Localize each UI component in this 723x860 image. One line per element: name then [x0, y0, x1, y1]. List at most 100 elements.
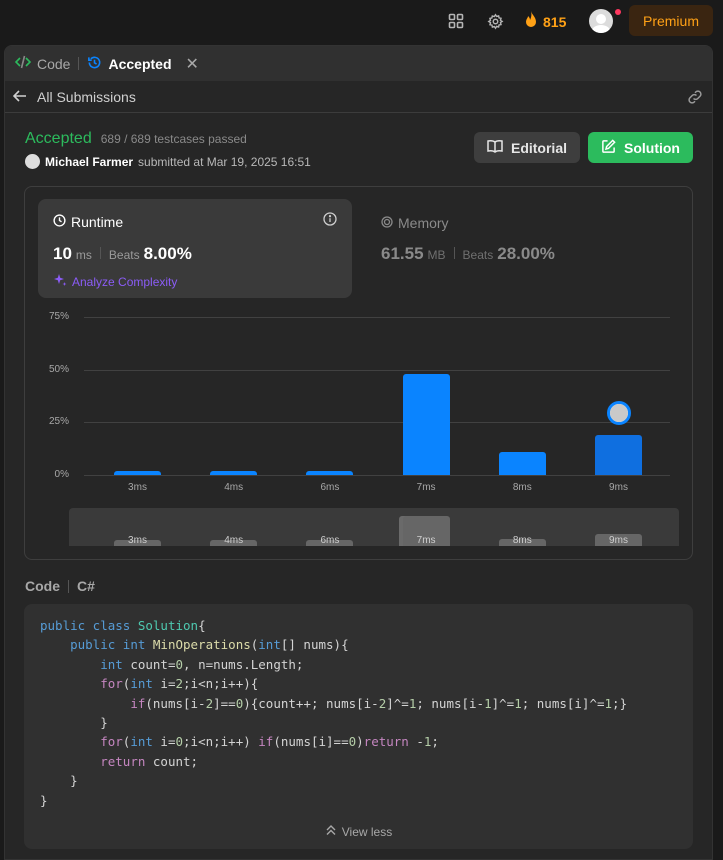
close-icon[interactable]: ✕ [186, 54, 199, 74]
arrow-left-icon [12, 89, 27, 105]
tab-accepted-label: Accepted [108, 55, 172, 72]
x-tick-label: 9ms [609, 482, 628, 493]
runtime-value: 10 [53, 244, 72, 263]
link-icon[interactable] [686, 88, 704, 109]
memory-beats-label: Beats [462, 248, 494, 262]
y-tick-label: 50% [48, 363, 69, 375]
analyze-complexity-link[interactable]: Analyze Complexity [53, 273, 177, 290]
streak-count: 815 [543, 13, 567, 30]
all-submissions-label: All Submissions [37, 88, 136, 105]
solution-button[interactable]: Solution [588, 132, 693, 163]
avatar [609, 403, 628, 422]
memory-unit: MB [427, 248, 446, 262]
streak-counter[interactable]: 815 [524, 11, 566, 32]
username[interactable]: Michael Farmer [45, 155, 133, 169]
chart-bar-4ms[interactable] [210, 470, 258, 475]
chart-bar-9ms[interactable] [595, 434, 642, 475]
divider [68, 579, 69, 593]
view-less-button[interactable]: View less [24, 824, 693, 839]
code-section-header: Code C# [25, 578, 95, 594]
x-tick-label: 8ms [512, 482, 532, 493]
x-tick-label: 3ms [128, 482, 147, 493]
overview-label: 9ms [609, 535, 628, 546]
history-icon [87, 55, 102, 73]
divider [453, 247, 455, 259]
language-label: C# [77, 578, 95, 594]
info-icon[interactable] [323, 212, 337, 231]
chart-bar-8ms[interactable] [498, 451, 546, 475]
tab-divider [78, 57, 80, 70]
runtime-header: Runtime [53, 214, 123, 230]
submission-panel: Code Accepted ✕ All Submissions Accepted… [4, 45, 713, 860]
edit-icon [601, 138, 616, 157]
submitted-at: submitted at Mar 19, 2025 16:51 [138, 154, 311, 169]
runtime-unit: ms [75, 248, 92, 262]
divider [99, 247, 101, 259]
testcases-passed: 689 / 689 testcases passed [100, 132, 247, 146]
tab-code[interactable]: Code [14, 55, 71, 72]
view-less-label: View less [341, 824, 393, 839]
your-submission-marker[interactable] [606, 400, 631, 425]
chart-range-scroller[interactable]: 3ms 4ms 6ms 7ms 8ms 9ms [69, 508, 679, 546]
submissions-nav: All Submissions [5, 81, 712, 113]
chart-gridline [84, 317, 670, 318]
overview-label: 3ms [128, 535, 147, 546]
premium-button[interactable]: Premium [629, 5, 713, 36]
memory-value: 61.55 [381, 244, 424, 263]
gear-icon[interactable] [485, 11, 505, 31]
fire-icon [524, 11, 538, 32]
code-label: Code [25, 578, 60, 594]
overview-label: 6ms [320, 535, 340, 546]
memory-title: Memory [398, 215, 449, 231]
memory-beats-pct: 28.00% [497, 244, 555, 263]
tab-code-label: Code [37, 55, 71, 72]
chart-gridline [84, 475, 670, 476]
grid-icon[interactable] [446, 11, 466, 31]
submitter-info: Michael Farmer submitted at Mar 19, 2025… [25, 154, 311, 169]
runtime-distribution-chart[interactable]: 3ms 4ms 6ms 7ms 8ms 9ms 75% 50% 25% 0% 3ms 4ms 6ms 7… [25, 307, 694, 561]
chart-bar-7ms[interactable] [402, 373, 450, 475]
code-icon [14, 55, 32, 72]
result-header: Accepted 689 / 689 testcases passed [25, 130, 247, 148]
top-navbar: 815 Premium [0, 0, 723, 42]
x-tick-label: 6ms [320, 482, 340, 493]
avatar[interactable] [25, 154, 40, 169]
y-tick-label: 25% [48, 416, 69, 428]
runtime-value-row: 10 ms Beats 8.00% [53, 244, 192, 264]
editorial-label: Editorial [510, 139, 567, 156]
chart-gridline [84, 422, 670, 424]
y-tick-label: 75% [48, 311, 69, 322]
tab-accepted[interactable]: Accepted ✕ [87, 54, 199, 74]
chevron-double-up-icon [325, 824, 337, 839]
overview-label: 7ms [416, 535, 436, 546]
code-block[interactable]: public class Solution{ public int MinOpe… [24, 604, 693, 849]
x-tick-label: 7ms [416, 482, 436, 493]
runtime-beats-pct: 8.00% [143, 244, 192, 263]
clock-icon [53, 214, 66, 230]
memory-value-row: 61.55 MB Beats 28.00% [381, 244, 555, 264]
source-code: public class Solution{ public int MinOpe… [40, 618, 628, 808]
chart-gridline [84, 369, 670, 371]
runtime-title: Runtime [71, 214, 124, 230]
notification-dot [615, 9, 621, 15]
user-avatar[interactable] [589, 9, 613, 33]
all-submissions-link[interactable]: All Submissions [12, 88, 136, 105]
overview-label: 8ms [512, 535, 532, 546]
y-tick-label: 0% [54, 469, 69, 480]
editorial-button[interactable]: Editorial [474, 132, 580, 163]
performance-stats: Runtime 10 ms Beats 8.00% Analyze Comple… [24, 186, 693, 560]
x-tick-label: 4ms [224, 482, 244, 493]
book-icon [487, 139, 503, 156]
chart-bar-6ms[interactable] [306, 470, 354, 475]
analyze-label: Analyze Complexity [72, 274, 178, 289]
sparkle-icon [53, 273, 67, 290]
runtime-card[interactable]: Runtime 10 ms Beats 8.00% Analyze Comple… [38, 199, 352, 298]
overview-label: 4ms [224, 535, 244, 546]
chart-bar-3ms[interactable] [114, 470, 161, 475]
chip-icon [381, 215, 393, 231]
status-label: Accepted [25, 130, 92, 147]
runtime-beats-label: Beats [108, 248, 140, 262]
memory-header[interactable]: Memory [381, 215, 449, 231]
tab-bar: Code Accepted ✕ [5, 46, 712, 81]
solution-label: Solution [624, 139, 680, 156]
